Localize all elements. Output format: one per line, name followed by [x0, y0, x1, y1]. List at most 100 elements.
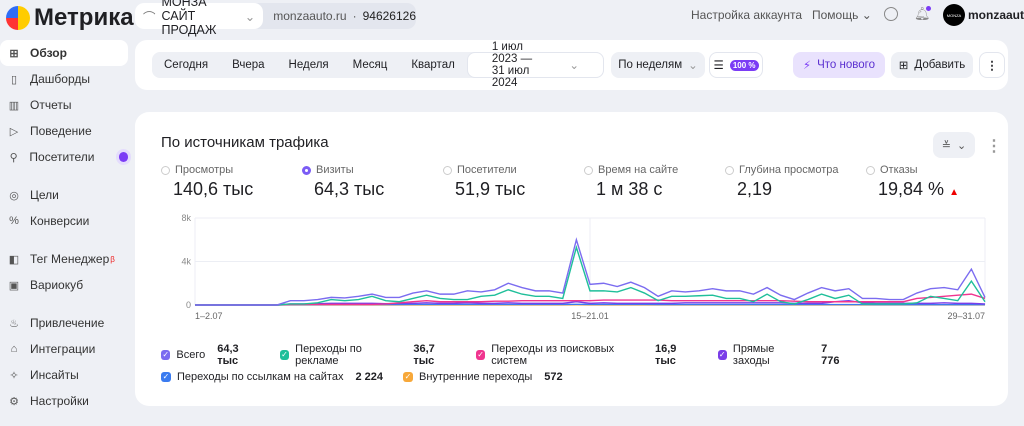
metric-1[interactable]: Визиты 64,3 тыс: [302, 164, 384, 200]
sidebar-item-10[interactable]: ⌂ Интеграции: [0, 336, 128, 362]
x-tick-label: 29–31.07: [947, 311, 985, 321]
sidebar-item-5[interactable]: ◎ Цели: [0, 182, 128, 208]
metric-label: Глубина просмотра: [739, 164, 839, 176]
user-name[interactable]: monzaauto: [968, 8, 1024, 22]
play-icon: ▷: [9, 125, 19, 138]
sidebar-item-3[interactable]: ▷ Поведение: [0, 118, 128, 144]
sidebar-item-0[interactable]: ⊞ Обзор: [0, 40, 128, 66]
sliders-icon: ☰: [713, 60, 724, 72]
metric-3[interactable]: Время на сайте 1 м 38 с: [584, 164, 678, 200]
x-tick-label: 1–2.07: [195, 311, 223, 321]
sidebar-item-label: Настройки: [30, 394, 89, 408]
counter-selector[interactable]: ⌒ МОНЗА САЙТ ПРОДАЖ ⌄ monzaauto.ru · 9462612…: [135, 0, 416, 37]
legend-label: Переходы по рекламе: [295, 343, 362, 367]
sidebar-item-label: Посетители: [29, 150, 95, 164]
avatar[interactable]: MONZA: [943, 4, 965, 26]
metric-2[interactable]: Посетители 51,9 тыс: [443, 164, 525, 200]
target-icon: ◎: [9, 189, 19, 202]
add-button[interactable]: ⊞ Добавить: [891, 52, 973, 78]
metric-radio[interactable]: [725, 165, 734, 175]
legend-checkbox[interactable]: ✓: [161, 372, 171, 382]
sidebar-item-7[interactable]: ◧ Тег Менеджер β: [0, 246, 128, 272]
metrika-logo[interactable]: Метрика: [6, 4, 134, 32]
chat-icon[interactable]: [884, 7, 898, 21]
period-quarter[interactable]: Квартал: [399, 59, 466, 71]
sidebar-item-label: Инсайты: [30, 368, 79, 382]
cube-icon: ▣: [8, 279, 20, 292]
x-tick-label: 15–21.01: [571, 311, 609, 321]
sidebar-item-label: Цели: [30, 188, 59, 202]
sidebar-item-8[interactable]: ▣ Вариокуб: [0, 272, 128, 298]
legend-label: Переходы по ссылкам на сайтах: [177, 371, 344, 383]
metric-label: Отказы: [880, 164, 918, 176]
sidebar-item-label: Обзор: [30, 46, 67, 60]
legend-checkbox[interactable]: ✓: [402, 372, 413, 382]
more-menu-button[interactable]: ⋮: [979, 52, 1005, 78]
notification-dot: [926, 6, 931, 11]
metric-radio[interactable]: [161, 165, 170, 175]
help-menu[interactable]: Помощь ⌄: [812, 8, 872, 22]
chevron-down-icon: ⌄: [861, 8, 872, 22]
account-settings-link[interactable]: Настройка аккаунта: [691, 8, 802, 22]
sidebar-item-12[interactable]: ⚙ Настройки: [0, 388, 128, 414]
legend-label: Внутренние переходы: [418, 371, 533, 383]
metric-value: 140,6 тыс: [173, 179, 254, 199]
sidebar-item-6[interactable]: % Конверсии: [0, 208, 128, 234]
legend-total: 2 224: [355, 371, 383, 383]
metric-4[interactable]: Глубина просмотра 2,19: [725, 164, 838, 200]
metric-radio[interactable]: [866, 165, 875, 175]
percent-icon: %: [9, 215, 19, 227]
chart-lines-icon: ≚: [941, 139, 951, 152]
grid-icon: ⊞: [9, 47, 19, 60]
period-today[interactable]: Сегодня: [152, 59, 220, 71]
counter-domain: monzaauto.ru: [273, 9, 347, 23]
period-month[interactable]: Месяц: [341, 59, 400, 71]
metric-value: 64,3 тыс: [314, 179, 385, 199]
metric-radio[interactable]: [443, 165, 452, 175]
counter-id: 94626126: [362, 9, 416, 23]
trend-up-icon: ▲: [949, 187, 959, 198]
legend-checkbox[interactable]: ✓: [717, 350, 727, 360]
chevron-down-icon: ⌄: [244, 9, 256, 24]
legend-label: Прямые заходы: [732, 343, 775, 367]
metric-5[interactable]: Отказы 19,84 % ▲: [866, 164, 959, 200]
legend-total: 7 776: [821, 343, 840, 367]
sidebar-item-1[interactable]: ▯ Дашборды: [0, 66, 128, 92]
new-dot: [118, 152, 128, 162]
sidebar-item-2[interactable]: ▥ Отчеты: [0, 92, 128, 118]
chevron-down-icon: ⌄: [569, 60, 579, 72]
metric-value: 1 м 38 с: [596, 179, 663, 199]
widget-menu-icon[interactable]: ⋮: [986, 136, 1002, 156]
metric-0[interactable]: Просмотры 140,6 тыс: [161, 164, 253, 200]
period-yesterday[interactable]: Вчера: [220, 59, 276, 71]
chevron-down-icon: ⌄: [957, 139, 967, 152]
legend-checkbox[interactable]: ✓: [161, 350, 171, 360]
sampling-button[interactable]: ☰ 100 %: [709, 52, 763, 78]
chart-type-select[interactable]: ≚ ⌄: [933, 132, 975, 158]
date-range-picker[interactable]: 1 июл 2023 — 31 июл 2024 ⌄: [466, 41, 604, 89]
sidebar-item-label: Привлечение: [30, 316, 105, 330]
metric-radio[interactable]: [584, 165, 593, 175]
sidebar-item-label: Интеграции: [30, 342, 96, 356]
legend-checkbox[interactable]: ✓: [475, 350, 486, 360]
add-label: Добавить: [914, 59, 966, 71]
chart-legend: ✓ Всего 64,3 тыс ✓ Переходы по рекламе 36,7 т…: [161, 343, 861, 388]
sidebar-item-label: Вариокуб: [30, 278, 84, 292]
sidebar-item-4[interactable]: ⚲ Посетители: [0, 144, 128, 170]
widget-title: По источникам трафика: [161, 134, 329, 151]
metric-radio[interactable]: [302, 165, 311, 175]
legend-total: 36,7 тыс: [413, 343, 435, 367]
period-week[interactable]: Неделя: [277, 59, 341, 71]
legend-label: Всего: [176, 349, 206, 361]
sampling-badge: 100 %: [729, 59, 759, 71]
gear-icon: ⚙: [9, 395, 19, 408]
metric-value: 2,19: [737, 179, 773, 199]
legend-checkbox[interactable]: ✓: [279, 350, 290, 360]
sidebar-item-9[interactable]: ♨ Привлечение: [0, 310, 128, 336]
legend-total: 16,9 тыс: [654, 343, 677, 367]
user-icon: ⚲: [9, 151, 18, 164]
grouping-select[interactable]: По неделям ⌄: [611, 52, 705, 78]
chevron-down-icon: ⌄: [688, 60, 698, 72]
whats-new-button[interactable]: ⚡︎ Что нового: [793, 52, 885, 78]
sidebar-item-11[interactable]: ✧ Инсайты: [0, 362, 128, 388]
